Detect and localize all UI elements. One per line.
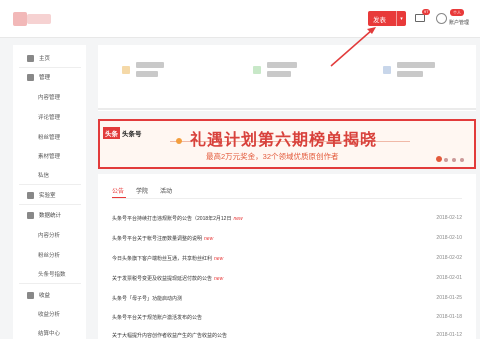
- chevron-down-icon[interactable]: ▾: [396, 11, 406, 26]
- sidebar-item-label: 实验室: [39, 193, 56, 199]
- new-badge: new: [214, 256, 224, 262]
- chart-icon: [27, 211, 34, 219]
- banner-title: 礼遇计划第六期榜单揭晓: [190, 130, 378, 149]
- sidebar-item-comment-manage[interactable]: 评论管理: [38, 113, 60, 121]
- tab-announcements[interactable]: 公告: [112, 186, 124, 195]
- stat-icon: [253, 65, 261, 74]
- list-item-date: 2018-02-12: [436, 215, 462, 221]
- banner-subtitle: 最高2万元奖金，32个领域优质原创作者: [206, 152, 339, 161]
- list-item-date: 2018-02-10: [436, 235, 462, 241]
- mail-count-badge: 97: [422, 9, 431, 15]
- top-bar: 发表 ▾ 97 个人 账户管理: [0, 0, 480, 38]
- banner-logo: 头条 头条号: [103, 127, 142, 139]
- announcements-panel: 公告 学院 活动 头条号平台持续打击违规账号的公告（2018年2月12日 new …: [98, 174, 476, 339]
- account-management-link[interactable]: 账户管理: [449, 19, 469, 26]
- list-item[interactable]: 关于大幅提升内容创作者收益产生的广告收益的公告 2018-01-12: [112, 332, 462, 339]
- avatar[interactable]: [436, 13, 447, 24]
- sidebar-item-material-manage[interactable]: 素材管理: [38, 152, 60, 160]
- stat-icon: [122, 65, 130, 74]
- sidebar-item-content-manage[interactable]: 内容管理: [38, 93, 60, 101]
- list-item-date: 2018-01-18: [436, 314, 462, 320]
- sidebar-item-lab[interactable]: 实验室: [27, 191, 56, 199]
- list-item-date: 2018-02-02: [436, 255, 462, 261]
- sidebar-item-statistics[interactable]: 数据统计: [27, 211, 61, 219]
- list-item-date: 2018-01-12: [436, 332, 462, 338]
- sidebar-item-account-index[interactable]: 头条号指数: [38, 270, 66, 278]
- new-badge: new: [204, 236, 214, 242]
- list-item-date: 2018-02-01: [436, 275, 462, 281]
- sidebar-item-messages[interactable]: 私信: [38, 171, 49, 179]
- carousel-dot[interactable]: [444, 158, 448, 162]
- sidebar-item-fans-manage[interactable]: 粉丝管理: [38, 133, 60, 141]
- list-item[interactable]: 头条号平台关于帐号注册数量调整的说明 new 2018-02-10: [112, 235, 462, 245]
- divider: [112, 198, 462, 199]
- new-badge: new: [214, 276, 224, 282]
- divider: [98, 108, 476, 110]
- sidebar-item-manage[interactable]: 管理: [27, 73, 50, 81]
- list-item-date: 2018-01-25: [436, 295, 462, 301]
- promo-banner[interactable]: 头条 头条号 礼遇计划第六期榜单揭晓 最高2万元奖金，32个领域优质原创作者: [98, 119, 476, 169]
- sidebar-item-revenue[interactable]: 收益: [27, 291, 50, 299]
- list-item-title: 头条号「母子号」功能启动内测: [112, 296, 183, 302]
- decoration: [436, 156, 442, 162]
- divider: [19, 67, 81, 68]
- new-badge: new: [233, 216, 243, 222]
- list-item[interactable]: 关于发票税号变更及收益提现延迟付款的公告 new 2018-02-01: [112, 275, 462, 285]
- logo[interactable]: [13, 12, 27, 26]
- user-badge: 个人: [450, 9, 464, 16]
- list-item[interactable]: 头条号平台关于规范账户激活发布的公告 2018-01-18: [112, 314, 462, 324]
- list-item[interactable]: 头条号「母子号」功能启动内测 2018-01-25: [112, 295, 462, 305]
- sidebar: 主页 管理 内容管理 评论管理 粉丝管理 素材管理 私信 实验室 数据统计 内容…: [13, 45, 86, 339]
- tab-activities[interactable]: 活动: [160, 186, 172, 195]
- lab-icon: [27, 191, 34, 199]
- divider: [19, 204, 81, 205]
- divider: [19, 283, 81, 284]
- sidebar-item-label: 管理: [39, 75, 51, 81]
- sidebar-item-home[interactable]: 主页: [27, 54, 50, 62]
- sidebar-item-settlement[interactable]: 结算中心: [38, 329, 60, 337]
- list-item-title: 头条号平台关于规范账户激活发布的公告: [112, 315, 203, 321]
- divider: [19, 184, 81, 185]
- revenue-icon: [27, 291, 34, 299]
- sidebar-item-fans-analysis[interactable]: 粉丝分析: [38, 251, 60, 259]
- banner-logo-text: 头条号: [122, 131, 142, 138]
- sidebar-item-revenue-analysis[interactable]: 收益分析: [38, 310, 60, 318]
- stat-block: [383, 62, 435, 77]
- stat-block: [122, 62, 164, 77]
- decoration: [176, 138, 182, 144]
- mail-icon[interactable]: [415, 14, 425, 22]
- publish-label: 发表: [373, 16, 386, 24]
- list-item[interactable]: 头条号平台持续打击违规账号的公告（2018年2月12日 new 2018-02-1…: [112, 215, 462, 225]
- stat-icon: [383, 65, 391, 74]
- carousel-dot[interactable]: [452, 158, 456, 162]
- tab-bar: 公告 学院 活动: [112, 186, 172, 195]
- manage-icon: [27, 73, 34, 81]
- sidebar-item-label: 主页: [39, 56, 51, 62]
- list-item-title: 今日头条旗下客户端粉丝互通，共享粉丝红利: [112, 256, 213, 262]
- tab-academy[interactable]: 学院: [136, 186, 148, 195]
- list-item-title: 头条号平台关于帐号注册数量调整的说明: [112, 236, 203, 242]
- sidebar-item-label: 数据统计: [39, 213, 62, 219]
- banner-logo-tag: 头条: [103, 127, 120, 139]
- publish-button[interactable]: 发表 ▾: [368, 11, 406, 26]
- list-item[interactable]: 今日头条旗下客户端粉丝互通，共享粉丝红利 new 2018-02-02: [112, 255, 462, 265]
- list-item-title: 关于大幅提升内容创作者收益产生的广告收益的公告: [112, 333, 228, 339]
- stat-block: [253, 62, 297, 77]
- sidebar-item-label: 收益: [39, 293, 51, 299]
- sidebar-item-content-analysis[interactable]: 内容分析: [38, 231, 60, 239]
- stats-card: [98, 45, 476, 111]
- list-item-title: 头条号平台持续打击违规账号的公告（2018年2月12日: [112, 216, 232, 222]
- logo-text: [27, 14, 51, 24]
- carousel-dot[interactable]: [460, 158, 464, 162]
- list-item-title: 关于发票税号变更及收益提现延迟付款的公告: [112, 276, 213, 282]
- home-icon: [27, 54, 34, 62]
